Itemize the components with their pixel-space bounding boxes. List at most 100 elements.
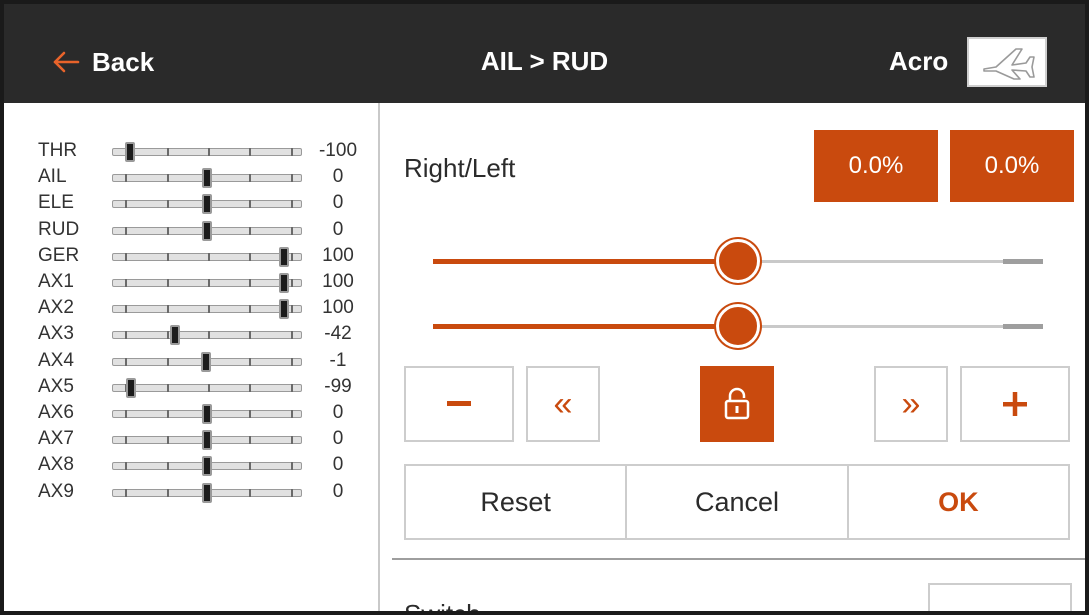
channel-row: AX5 -99 — [38, 374, 378, 399]
channel-row: AX7 0 — [38, 426, 378, 451]
channel-value: -42 — [324, 323, 352, 345]
channel-bar-tick — [167, 252, 169, 261]
channel-name: AX6 — [38, 402, 74, 423]
channel-bar-tick — [167, 226, 169, 235]
channel-bar-tick — [249, 383, 251, 392]
channel-bar-tick — [291, 383, 293, 392]
channel-bar-tick — [249, 174, 251, 183]
channel-bar — [112, 246, 302, 267]
section-divider — [392, 558, 1085, 560]
channel-value: 100 — [322, 297, 354, 319]
channel-value: -1 — [329, 349, 347, 371]
channel-bar — [112, 299, 302, 320]
slider-fill — [433, 259, 738, 264]
switch-label: Switch — [404, 599, 481, 615]
slider-track — [738, 260, 1003, 263]
channel-value: -100 — [318, 140, 358, 161]
channel-bar-tick — [167, 436, 169, 445]
double-chevron-left-icon: « — [553, 385, 573, 423]
channel-bar-tick — [167, 200, 169, 209]
decrement-button[interactable] — [404, 366, 514, 442]
channel-bar-tick — [208, 331, 210, 340]
channel-name: AX8 — [38, 454, 74, 476]
channel-bar-tick — [291, 148, 293, 156]
channel-row: AX2 100 — [38, 295, 378, 320]
channel-bar-tick — [291, 488, 293, 497]
left-value-box[interactable]: 0.0% — [950, 130, 1074, 202]
action-bar: Reset Cancel OK — [404, 464, 1070, 540]
slider-end-zone — [1003, 324, 1043, 329]
channel-bar — [112, 456, 302, 477]
channel-position-marker — [202, 404, 212, 424]
channel-bar-tick — [291, 462, 293, 471]
channel-position-marker — [202, 220, 212, 241]
channel-row: AIL 0 — [38, 164, 378, 189]
right-slider[interactable] — [433, 239, 1043, 285]
channel-position-marker — [125, 377, 136, 398]
channel-bar-tick — [167, 357, 169, 366]
channel-bar-tick — [249, 305, 251, 314]
channel-bar-tick — [125, 279, 127, 287]
channel-bar-tick — [249, 226, 251, 235]
channel-value: 0 — [332, 192, 344, 214]
channel-bar-tick — [125, 357, 127, 366]
ok-button[interactable]: OK — [846, 466, 1068, 538]
channel-bar-tick — [125, 436, 127, 445]
channel-bar-tick — [167, 410, 169, 418]
channel-bar-tick — [291, 305, 293, 314]
channel-value: 0 — [332, 218, 344, 240]
channel-position-marker — [202, 194, 212, 215]
channel-name: AX5 — [38, 375, 74, 397]
channel-name: GER — [38, 244, 80, 266]
right-left-label: Right/Left — [404, 153, 516, 183]
channel-bar-tick — [291, 226, 293, 235]
double-chevron-right-icon: » — [901, 385, 921, 423]
channel-bar-tick — [249, 357, 251, 366]
channel-value: 100 — [322, 244, 354, 266]
cancel-button[interactable]: Cancel — [625, 466, 846, 538]
channel-bar-tick — [167, 174, 169, 183]
slider-end-zone — [1003, 259, 1043, 264]
channel-position-marker — [202, 168, 212, 189]
channel-bar-tick — [291, 279, 293, 287]
reset-button[interactable]: Reset — [406, 466, 625, 538]
channel-bar-tick — [249, 331, 251, 340]
channel-bar — [112, 430, 302, 451]
coarse-decrement-button[interactable]: « — [526, 366, 600, 442]
channel-row: GER 100 — [38, 243, 378, 268]
left-slider[interactable] — [433, 304, 1043, 350]
channel-name: AX9 — [38, 480, 74, 502]
minus-icon — [447, 401, 471, 406]
channel-bar-tick — [125, 174, 127, 183]
airplane-icon[interactable] — [967, 37, 1047, 87]
channel-name: AX4 — [38, 349, 74, 371]
right-value-box[interactable]: 0.0% — [814, 130, 938, 202]
channel-bar — [112, 404, 302, 424]
switch-selector[interactable] — [928, 583, 1072, 611]
channel-bar-tick — [125, 331, 127, 340]
coarse-increment-button[interactable]: » — [874, 366, 948, 442]
slider-thumb[interactable] — [716, 239, 760, 283]
lock-toggle-button[interactable] — [700, 366, 774, 442]
channel-position-marker — [279, 273, 289, 293]
increment-button[interactable] — [960, 366, 1070, 442]
channel-row: AX1 100 — [38, 269, 378, 294]
channel-bar — [112, 273, 302, 293]
channel-position-marker — [202, 430, 212, 451]
channel-bar-tick — [167, 488, 169, 497]
channel-bar — [112, 351, 302, 372]
channel-bar-tick — [291, 331, 293, 340]
slider-thumb[interactable] — [716, 304, 760, 348]
channel-bar — [112, 377, 302, 398]
channel-value: 100 — [322, 271, 354, 292]
channel-value: 0 — [332, 480, 344, 502]
channel-bar-tick — [291, 174, 293, 183]
model-name[interactable]: Acro — [889, 46, 948, 77]
channel-bar-tick — [208, 305, 210, 314]
channel-bar — [112, 482, 302, 503]
channel-bar-tick — [125, 200, 127, 209]
channel-bar-tick — [208, 279, 210, 287]
channel-monitor: THR -100 AIL 0 ELE 0 RUD 0 GER 100 AX1 100 AX2 100 AX3… — [4, 103, 378, 611]
channel-bar-tick — [167, 148, 169, 156]
channel-row: AX4 -1 — [38, 348, 378, 373]
